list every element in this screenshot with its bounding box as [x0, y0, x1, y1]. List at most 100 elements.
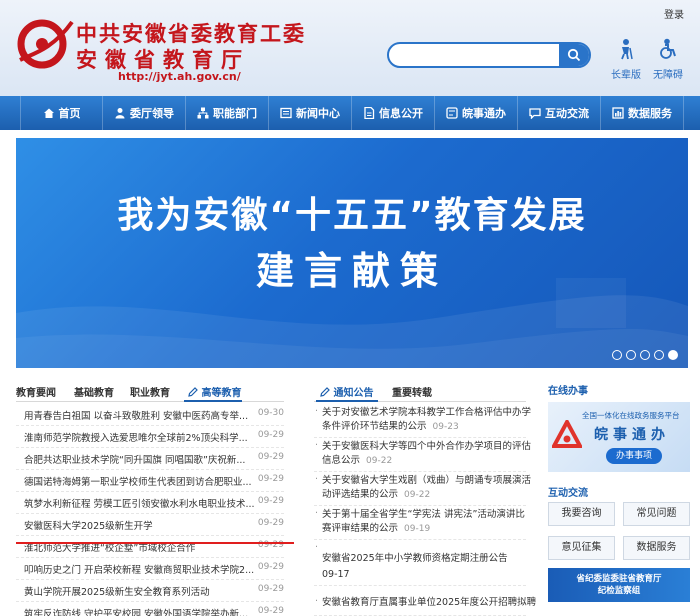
notice-date: 09-23 — [432, 422, 459, 432]
list-item[interactable]: 德国诺特海姆第一职业学校师生代表团到访合肥职业...09-29 — [16, 470, 284, 492]
notice-title-line2: 条件评价环节结果的公示 09-23 — [322, 420, 459, 434]
bullet: · — [315, 596, 319, 607]
active-tab-indicator — [316, 400, 378, 402]
nav-item-home[interactable]: 首页 — [20, 96, 103, 130]
elder-icon — [621, 39, 633, 60]
list-item[interactable]: 筑梦水利新征程 劳模工匠引领安徽水利水电职业技术...09-29 — [16, 492, 284, 514]
middle-tabs: 通知公告 重要转载 — [314, 382, 526, 402]
news-date: 09-30 — [257, 408, 284, 418]
elder-mode-label: 长辈版 — [611, 70, 641, 81]
list-item[interactable]: · 关于第十届全省学生“学宪法 讲宪法”活动演讲比 赛评审结果的公示 09-19 — [314, 506, 526, 540]
faq-button[interactable]: 常见问题 — [623, 502, 690, 526]
search-input[interactable] — [397, 46, 557, 64]
list-item[interactable]: 用青春告白祖国 以奋斗致敬胜利 安徽中医药高专举...09-30 — [16, 404, 284, 426]
bullet: · — [315, 440, 319, 451]
list-item[interactable]: 叩响历史之门 开启荣校新程 安徽商贸职业技术学院2...09-29 — [16, 558, 284, 580]
nav-label: 新闻中心 — [296, 107, 340, 120]
elder-mode-button[interactable]: 长辈版 — [604, 38, 648, 81]
carousel-dot[interactable] — [654, 350, 664, 360]
data-icon — [612, 107, 624, 119]
list-item[interactable]: 筑牢反诈防线 守护平安校园 安徽外国语学院举办新...09-29 — [16, 602, 284, 616]
notice-title-line2: 信息公示 09-22 — [322, 454, 392, 468]
nav-label: 皖事通办 — [462, 107, 506, 120]
list-item[interactable]: · 安徽省2025年中小学教师资格定期注册公告 09-17 — [314, 540, 526, 586]
list-item[interactable]: · 安徽省教育厅直属事业单位2025年度公开招聘拟聘 — [314, 586, 536, 616]
search-icon — [567, 48, 581, 62]
list-item[interactable]: 合肥共达职业技术学院“同升国旗 同唱国歌”庆祝新...09-29 — [16, 448, 284, 470]
left-tabs: 教育要闻 基础教育 职业教育 高等教育 — [16, 382, 284, 402]
hero-banner[interactable]: 我为安徽“十五五”教育发展 建言献策 — [16, 138, 688, 368]
login-link[interactable]: 登录 — [664, 6, 684, 21]
service-items-button[interactable]: 办事事项 — [606, 448, 662, 464]
interaction-title: 互动交流 — [548, 488, 588, 499]
news-date: 09-29 — [257, 474, 284, 484]
nav-item-data[interactable]: 数据服务 — [601, 96, 684, 130]
list-item[interactable]: 淮北师范大学推进“校企墅”市域校企合作09-29 — [16, 536, 284, 558]
tab-education-news[interactable]: 教育要闻 — [16, 384, 56, 399]
tab-label: 通知公告 — [333, 388, 374, 399]
notice-title: 安徽省2025年中小学教师资格定期注册公告 — [322, 553, 508, 564]
carousel-dot-active[interactable] — [668, 350, 678, 360]
list-item[interactable]: 安徽医科大学2025级新生开学09-29 — [16, 514, 284, 536]
bullet: · — [315, 542, 319, 553]
tab-basic-education[interactable]: 基础教育 — [74, 384, 114, 399]
search-button[interactable] — [559, 44, 589, 66]
feedback-button[interactable]: 意见征集 — [548, 536, 615, 560]
consult-button[interactable]: 我要咨询 — [548, 502, 615, 526]
list-item[interactable]: · 关于对安徽艺术学院本科教学工作合格评估中办学 条件评价环节结果的公示 09-2… — [314, 404, 531, 438]
document-icon — [364, 107, 375, 119]
bullet: · — [315, 508, 319, 519]
news-title: 安徽医科大学2025级新生开学 — [24, 518, 260, 532]
page: 登录 中共安徽省委教育工委 安徽省教育厅 http://jyt.ah.gov.c… — [0, 0, 700, 616]
nav-label: 首页 — [58, 107, 81, 120]
nav-item-news[interactable]: 新闻中心 — [269, 96, 352, 130]
accessibility-button[interactable]: 无障碍 — [646, 38, 690, 81]
news-title: 淮南师范学院教授入选爱思唯尔全球前2%顶尖科学... — [24, 430, 260, 444]
nav-item-leaders[interactable]: 委厅领导 — [103, 96, 186, 130]
tab-reprints[interactable]: 重要转载 — [392, 384, 432, 399]
nav-item-disclosure[interactable]: 信息公开 — [352, 96, 435, 130]
list-item[interactable]: 淮南师范学院教授入选爱思唯尔全球前2%顶尖科学...09-29 — [16, 426, 284, 448]
tab-vocational-education[interactable]: 职业教育 — [130, 384, 170, 399]
news-icon — [280, 107, 292, 119]
site-url[interactable]: http://jyt.ah.gov.cn/ — [118, 70, 241, 83]
notice-title-line2: 动评选结果的公示 09-22 — [322, 488, 430, 502]
news-date: 09-29 — [257, 606, 284, 616]
nav-item-interaction[interactable]: 互动交流 — [518, 96, 601, 130]
highlight-underline — [16, 542, 294, 544]
list-item[interactable]: · 关于安徽医科大学等四个中外合作办学项目的评估 信息公示 09-22 — [314, 438, 531, 472]
notice-date: 09-19 — [404, 524, 431, 534]
carousel-dot[interactable] — [640, 350, 650, 360]
discipline-line1: 省纪委监委驻省教育厅 — [576, 574, 662, 584]
news-title: 用青春告白祖国 以奋斗致敬胜利 安徽中医药高专举... — [24, 408, 260, 422]
notice-title-cont: 动评选结果的公示 — [322, 489, 399, 500]
notice-title-cont: 信息公示 — [322, 455, 361, 466]
list-item[interactable]: · 关于安徽省大学生戏剧（戏曲）与朗诵专项展演活 动评选结果的公示 09-22 — [314, 472, 531, 506]
list-item[interactable]: 黄山学院开展2025级新生安全教育系列活动09-29 — [16, 580, 284, 602]
wanshitong-logo-icon — [552, 420, 582, 448]
carousel-dot[interactable] — [612, 350, 622, 360]
online-service-banner[interactable]: 全国一体化在线政务服务平台 皖事通办 办事事项 — [548, 402, 690, 472]
accessibility-icon — [660, 38, 676, 59]
online-banner-caption: 全国一体化在线政务服务平台 — [582, 411, 680, 420]
nav-item-services[interactable]: 皖事通办 — [435, 96, 518, 130]
news-date: 09-29 — [257, 518, 284, 528]
news-title: 筑梦水利新征程 劳模工匠引领安徽水利水电职业技术... — [24, 496, 260, 510]
online-banner-title: 皖事通办 — [594, 427, 670, 443]
data-service-button[interactable]: 数据服务 — [623, 536, 690, 560]
active-tab-indicator — [184, 400, 242, 402]
carousel-dot[interactable] — [626, 350, 636, 360]
notice-title: 关于对安徽艺术学院本科教学工作合格评估中办学 — [322, 407, 532, 418]
nav-item-departments[interactable]: 职能部门 — [186, 96, 269, 130]
discipline-line2: 纪检监察组 — [597, 586, 641, 596]
bullet: · — [315, 406, 319, 417]
news-title: 筑牢反诈防线 守护平安校园 安徽外国语学院举办新... — [24, 606, 260, 616]
discipline-inspection-banner[interactable]: 省纪委监委驻省教育厅 纪检监察组 — [548, 568, 690, 602]
chat-icon — [529, 108, 541, 119]
notice-date: 09-22 — [366, 456, 393, 466]
tab-higher-education[interactable]: 高等教育 — [188, 384, 241, 399]
tab-notices[interactable]: 通知公告 — [320, 384, 373, 399]
pencil-icon — [320, 387, 330, 397]
news-title: 德国诺特海姆第一职业学校师生代表团到访合肥职业... — [24, 474, 260, 488]
nav-label: 信息公开 — [379, 107, 423, 120]
